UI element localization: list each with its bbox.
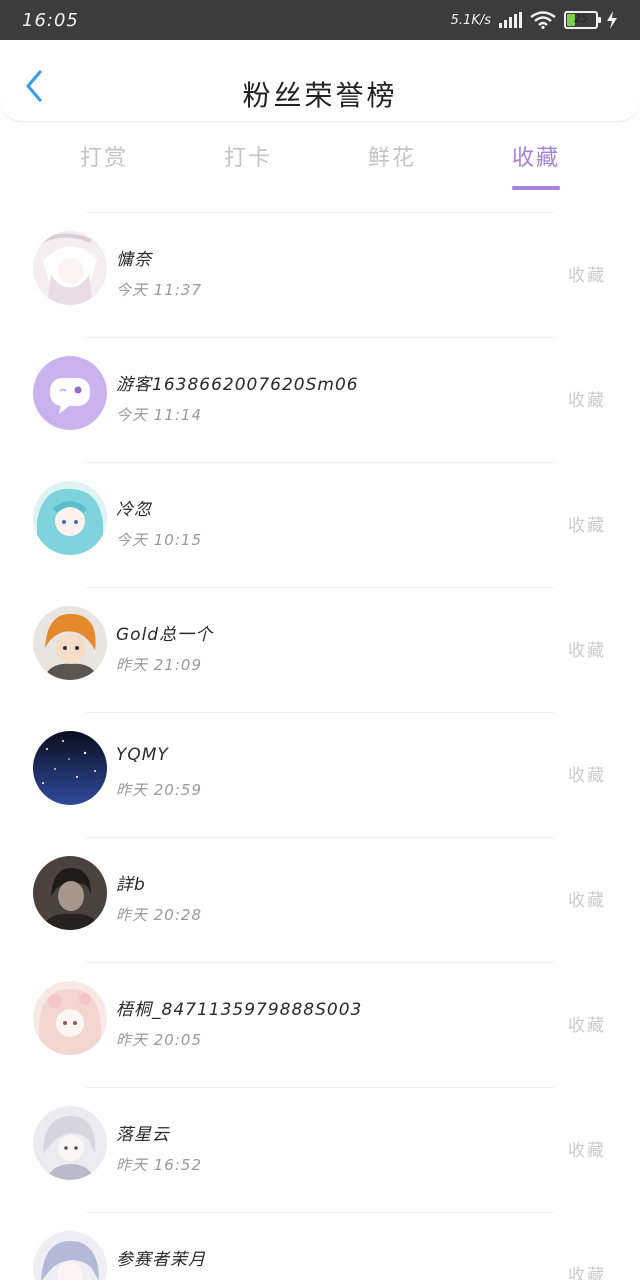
fan-time: 今天 11:37 bbox=[116, 281, 202, 299]
page-title: 粉丝荣誉榜 bbox=[242, 79, 398, 112]
fan-time: 昨天 20:28 bbox=[116, 906, 202, 924]
action-label: 收藏 bbox=[568, 391, 606, 411]
avatar[interactable] bbox=[33, 606, 107, 680]
battery-level: 25 bbox=[574, 12, 588, 25]
signal-icon bbox=[499, 12, 522, 28]
tab-flowers[interactable]: 鲜花 bbox=[342, 140, 442, 172]
tab-tips[interactable]: 打赏 bbox=[54, 140, 154, 172]
fan-name: YQMY bbox=[116, 745, 169, 765]
avatar[interactable] bbox=[33, 856, 107, 930]
fan-name: 梧桐_8471135979888S003 bbox=[116, 1000, 363, 1020]
action-label: 收藏 bbox=[568, 766, 606, 786]
fan-list: 慵奈 今天 11:37 收藏 游客1638662007620Sm06 今天 11… bbox=[0, 212, 640, 1280]
tab-favorites[interactable]: 收藏 bbox=[486, 140, 586, 190]
list-item[interactable]: 慵奈 今天 11:37 收藏 bbox=[0, 213, 640, 337]
list-item[interactable]: 参赛者茉月 收藏 bbox=[0, 1213, 640, 1280]
battery-icon: 25 bbox=[564, 11, 601, 29]
list-item[interactable]: 梧桐_8471135979888S003 昨天 20:05 收藏 bbox=[0, 963, 640, 1087]
avatar[interactable] bbox=[33, 981, 107, 1055]
tab-bar: 打赏 打卡 鲜花 收藏 bbox=[0, 140, 640, 196]
fan-name: 游客1638662007620Sm06 bbox=[116, 375, 359, 395]
action-label: 收藏 bbox=[568, 1266, 606, 1280]
charging-icon bbox=[607, 11, 617, 29]
fan-time: 昨天 20:05 bbox=[116, 1031, 202, 1049]
fan-name: 参赛者茉月 bbox=[116, 1250, 206, 1270]
fan-time: 昨天 16:52 bbox=[116, 1156, 202, 1174]
fan-name: 冷忽 bbox=[116, 500, 152, 520]
fan-name: 詳b bbox=[116, 875, 146, 895]
status-bar: 16:05 5.1K/s 25 bbox=[0, 0, 640, 40]
header: 粉丝荣誉榜 bbox=[0, 40, 640, 122]
avatar[interactable] bbox=[33, 1106, 107, 1180]
active-tab-indicator bbox=[512, 186, 560, 190]
action-label: 收藏 bbox=[568, 1141, 606, 1161]
fan-name: Gold总一个 bbox=[116, 625, 214, 645]
fan-time: 昨天 20:59 bbox=[116, 781, 202, 799]
avatar[interactable] bbox=[33, 1231, 107, 1280]
action-label: 收藏 bbox=[568, 516, 606, 536]
avatar[interactable] bbox=[33, 481, 107, 555]
list-item[interactable]: 詳b 昨天 20:28 收藏 bbox=[0, 838, 640, 962]
action-label: 收藏 bbox=[568, 1016, 606, 1036]
action-label: 收藏 bbox=[568, 891, 606, 911]
action-label: 收藏 bbox=[568, 641, 606, 661]
network-speed: 5.1K/s bbox=[450, 12, 491, 28]
tab-checkin[interactable]: 打卡 bbox=[198, 140, 298, 172]
list-item[interactable]: 冷忽 今天 10:15 收藏 bbox=[0, 463, 640, 587]
wifi-icon bbox=[530, 11, 556, 29]
fan-time: 今天 10:15 bbox=[116, 531, 202, 549]
chat-bubble-icon bbox=[33, 356, 107, 430]
avatar[interactable] bbox=[33, 356, 107, 430]
list-item[interactable]: YQMY 昨天 20:59 收藏 bbox=[0, 713, 640, 837]
status-indicators: 5.1K/s 25 bbox=[451, 11, 618, 29]
tab-favorites-label: 收藏 bbox=[511, 146, 560, 171]
avatar[interactable] bbox=[33, 731, 107, 805]
action-label: 收藏 bbox=[568, 266, 606, 286]
fan-name: 落星云 bbox=[116, 1125, 170, 1145]
avatar[interactable] bbox=[33, 231, 107, 305]
list-item[interactable]: 落星云 昨天 16:52 收藏 bbox=[0, 1088, 640, 1212]
list-item[interactable]: Gold总一个 昨天 21:09 收藏 bbox=[0, 588, 640, 712]
fan-time: 昨天 21:09 bbox=[116, 656, 202, 674]
list-item[interactable]: 游客1638662007620Sm06 今天 11:14 收藏 bbox=[0, 338, 640, 462]
status-time: 16:05 bbox=[22, 9, 79, 31]
fan-name: 慵奈 bbox=[116, 250, 152, 270]
fan-time: 今天 11:14 bbox=[116, 406, 202, 424]
